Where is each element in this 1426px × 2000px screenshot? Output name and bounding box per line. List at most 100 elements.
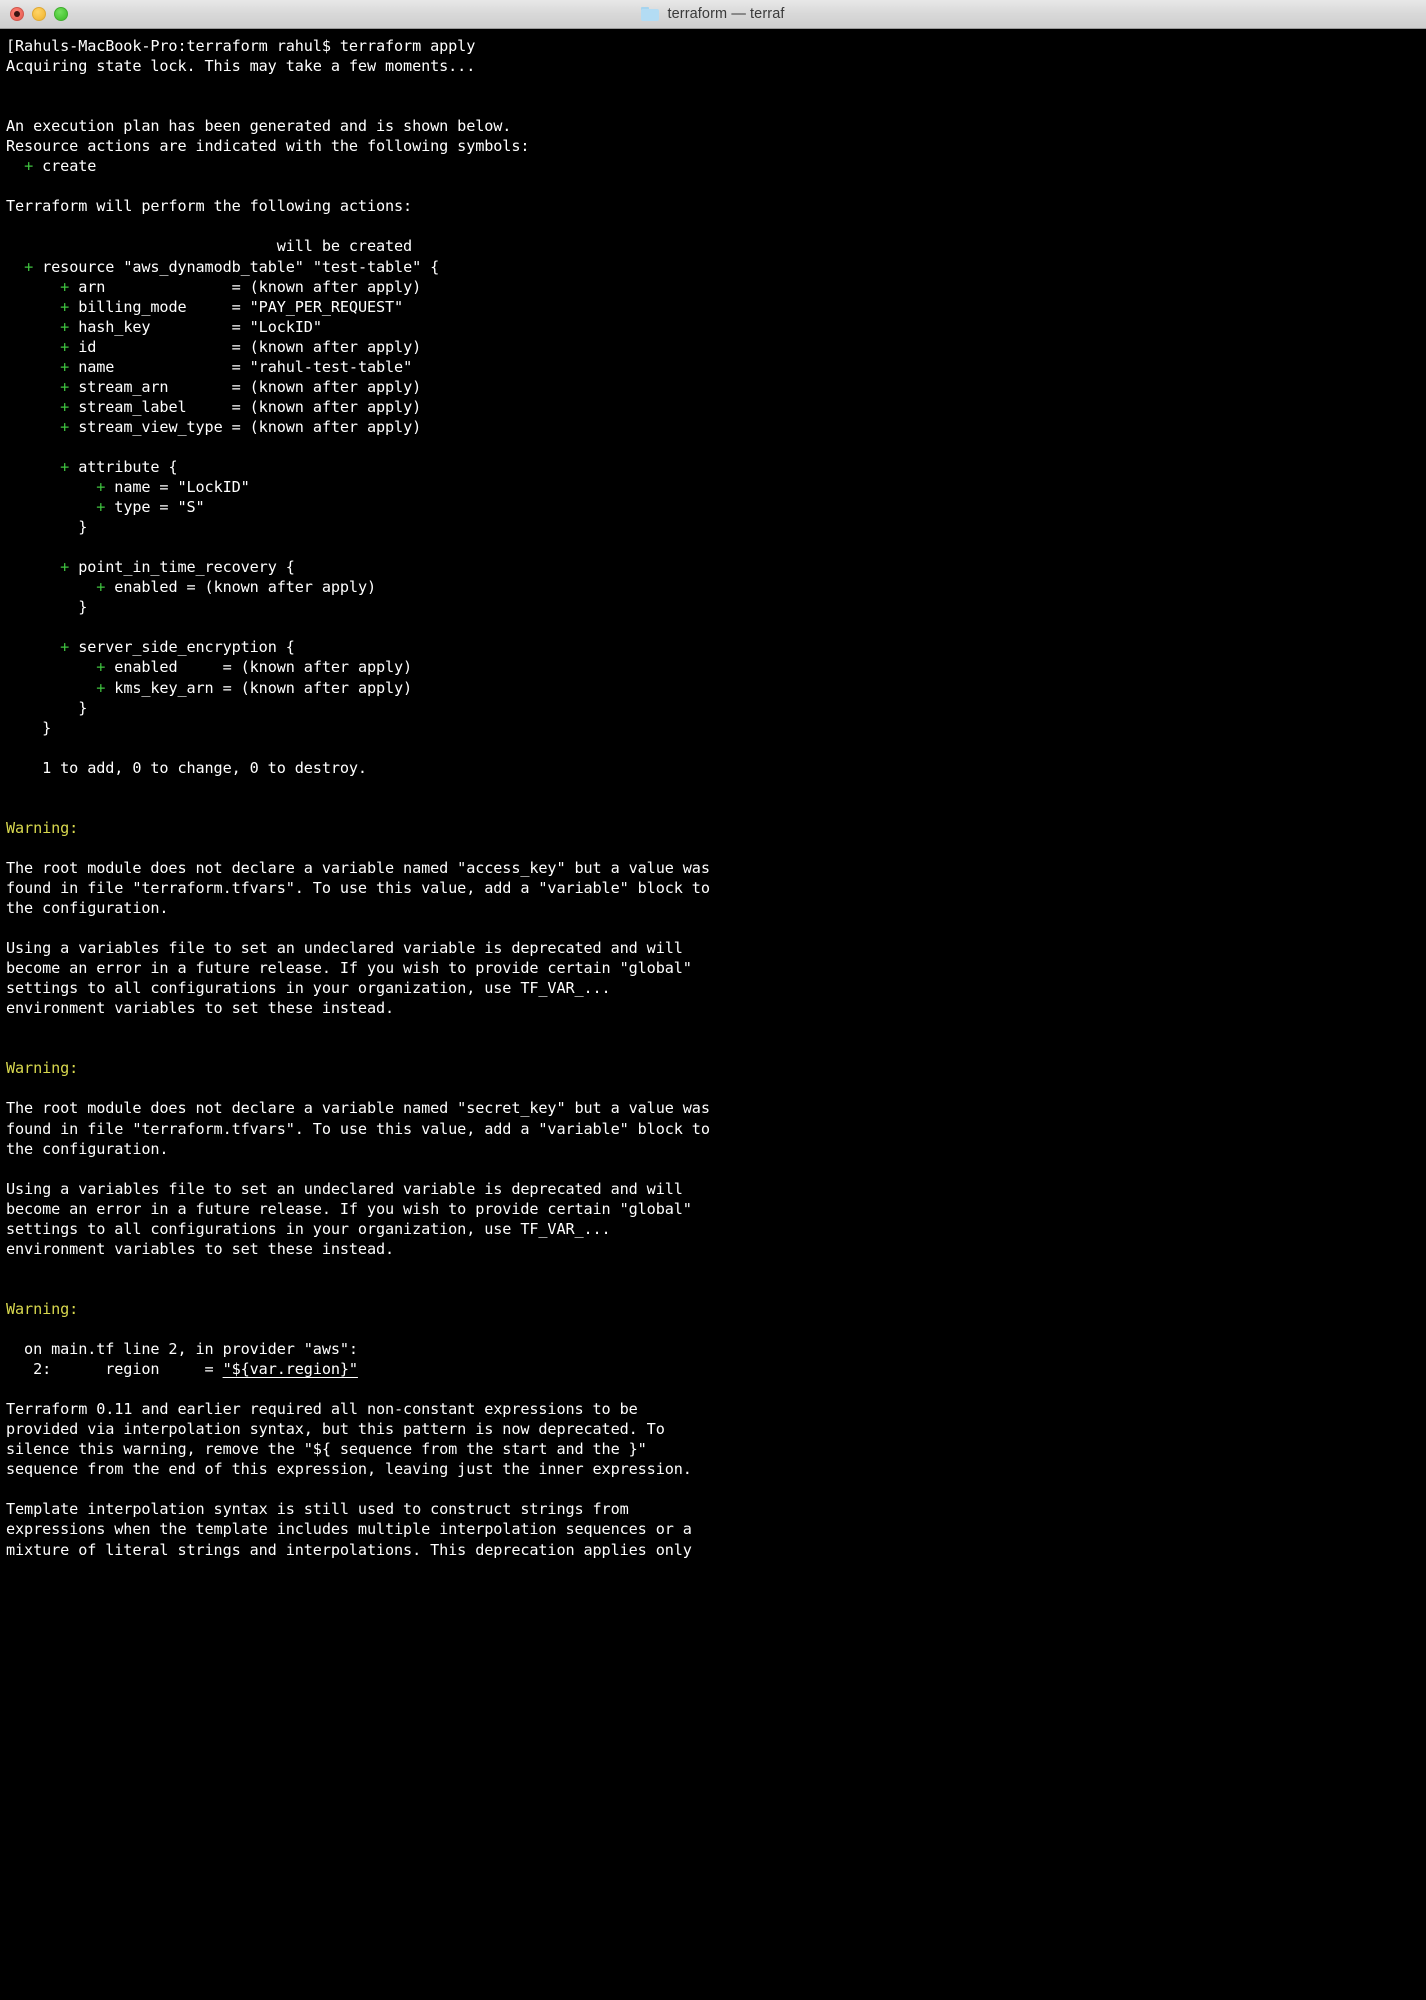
minimize-button[interactable] — [32, 7, 46, 21]
terminal-line: settings to all configurations in your o… — [6, 1219, 1426, 1239]
create-symbol: + — [24, 157, 34, 176]
terminal-line: Warning: — [6, 1299, 1426, 1319]
terminal-text: An execution plan has been generated and… — [6, 117, 512, 136]
interpolation-expression: "${var.region}" — [222, 1360, 358, 1379]
terminal-line: + hash_key = "LockID" — [6, 317, 1426, 337]
terminal-text: kms_key_arn = (known after apply) — [105, 678, 413, 697]
terminal-text: [Rahuls-MacBook-Pro:terraform rahul$ ter… — [6, 37, 476, 55]
terminal-line: found in file "terraform.tfvars". To use… — [6, 878, 1426, 898]
create-symbol: + — [60, 377, 70, 396]
terminal-line: Template interpolation syntax is still u… — [6, 1499, 1426, 1519]
terminal-text: Terraform will perform the following act… — [6, 197, 413, 216]
terminal-text: resource "aws_dynamodb_table" "test-tabl… — [33, 257, 440, 276]
terminal-line: 1 to add, 0 to change, 0 to destroy. — [6, 758, 1426, 778]
create-symbol: + — [60, 277, 70, 296]
terminal-line: the configuration. — [6, 1139, 1426, 1159]
terminal-text: arn = (known after apply) — [69, 277, 422, 296]
terminal-text: hash_key = "LockID" — [69, 317, 322, 336]
terminal-text: stream_label = (known after apply) — [69, 397, 422, 416]
terminal-line: sequence from the end of this expression… — [6, 1459, 1426, 1479]
terminal-line: Terraform 0.11 and earlier required all … — [6, 1399, 1426, 1419]
terminal-text: the configuration. — [6, 1139, 169, 1158]
terminal-text: Terraform 0.11 and earlier required all … — [6, 1400, 638, 1419]
terminal-text: stream_view_type = (known after apply) — [69, 417, 422, 436]
window-title: terraform — terraf — [667, 6, 785, 22]
terminal-line: silence this warning, remove the "${ seq… — [6, 1439, 1426, 1459]
close-button[interactable] — [10, 7, 24, 21]
terminal-text: found in file "terraform.tfvars". To use… — [6, 1119, 710, 1138]
window-titlebar[interactable]: terraform — terraf — [0, 0, 1426, 29]
terminal-text: settings to all configurations in your o… — [6, 1219, 611, 1238]
terminal-line: } — [6, 698, 1426, 718]
terminal-text: The root module does not declare a varia… — [6, 858, 710, 877]
terminal-line: + server_side_encryption { — [6, 637, 1426, 657]
terminal-line: environment variables to set these inste… — [6, 998, 1426, 1018]
terminal-text: enabled = (known after apply) — [105, 578, 376, 597]
terminal-text: environment variables to set these inste… — [6, 999, 395, 1018]
terminal-text: name = "rahul-test-table" — [69, 357, 413, 376]
terminal-line: + kms_key_arn = (known after apply) — [6, 678, 1426, 698]
terminal-text: the configuration. — [6, 899, 169, 918]
terminal-line: mixture of literal strings and interpola… — [6, 1540, 1426, 1560]
terminal-text: expressions when the template includes m… — [6, 1520, 692, 1539]
terminal-text: 2: region = — [6, 1360, 223, 1379]
terminal-text: settings to all configurations in your o… — [6, 979, 611, 998]
terminal-text: type = "S" — [105, 498, 205, 517]
terminal-line: found in file "terraform.tfvars". To use… — [6, 1119, 1426, 1139]
window-controls — [10, 7, 68, 21]
terminal-output[interactable]: [Rahuls-MacBook-Pro:terraform rahul$ ter… — [0, 29, 1426, 2000]
terminal-line: will be created — [6, 236, 1426, 256]
create-symbol: + — [96, 678, 106, 697]
terminal-line: on main.tf line 2, in provider "aws": — [6, 1339, 1426, 1359]
terminal-text: } — [6, 518, 88, 537]
terminal-text: } — [6, 598, 88, 617]
terminal-text: Acquiring state lock. This may take a fe… — [6, 57, 476, 76]
terminal-line: settings to all configurations in your o… — [6, 978, 1426, 998]
create-symbol: + — [96, 498, 106, 517]
terminal-line: Using a variables file to set an undecla… — [6, 1179, 1426, 1199]
terminal-line: The root module does not declare a varia… — [6, 1098, 1426, 1118]
terminal-text: sequence from the end of this expression… — [6, 1460, 692, 1479]
terminal-text: mixture of literal strings and interpola… — [6, 1540, 692, 1559]
terminal-line: + type = "S" — [6, 497, 1426, 517]
terminal-line: An execution plan has been generated and… — [6, 116, 1426, 136]
terminal-line: + enabled = (known after apply) — [6, 577, 1426, 597]
terminal-text: } — [6, 698, 88, 717]
create-symbol: + — [96, 658, 106, 677]
terminal-line: [Rahuls-MacBook-Pro:terraform rahul$ ter… — [6, 36, 1426, 56]
terminal-line: Acquiring state lock. This may take a fe… — [6, 56, 1426, 76]
terminal-line: + billing_mode = "PAY_PER_REQUEST" — [6, 297, 1426, 317]
terminal-line: } — [6, 597, 1426, 617]
terminal-line: Using a variables file to set an undecla… — [6, 938, 1426, 958]
warning-label: Warning: — [6, 818, 79, 837]
terminal-text: become an error in a future release. If … — [6, 1199, 692, 1218]
create-symbol: + — [60, 397, 70, 416]
maximize-button[interactable] — [54, 7, 68, 21]
create-symbol: + — [60, 317, 70, 336]
terminal-text: 1 to add, 0 to change, 0 to destroy. — [6, 758, 367, 777]
terminal-line: expressions when the template includes m… — [6, 1519, 1426, 1539]
terminal-line: + point_in_time_recovery { — [6, 557, 1426, 577]
terminal-text: The root module does not declare a varia… — [6, 1099, 710, 1118]
